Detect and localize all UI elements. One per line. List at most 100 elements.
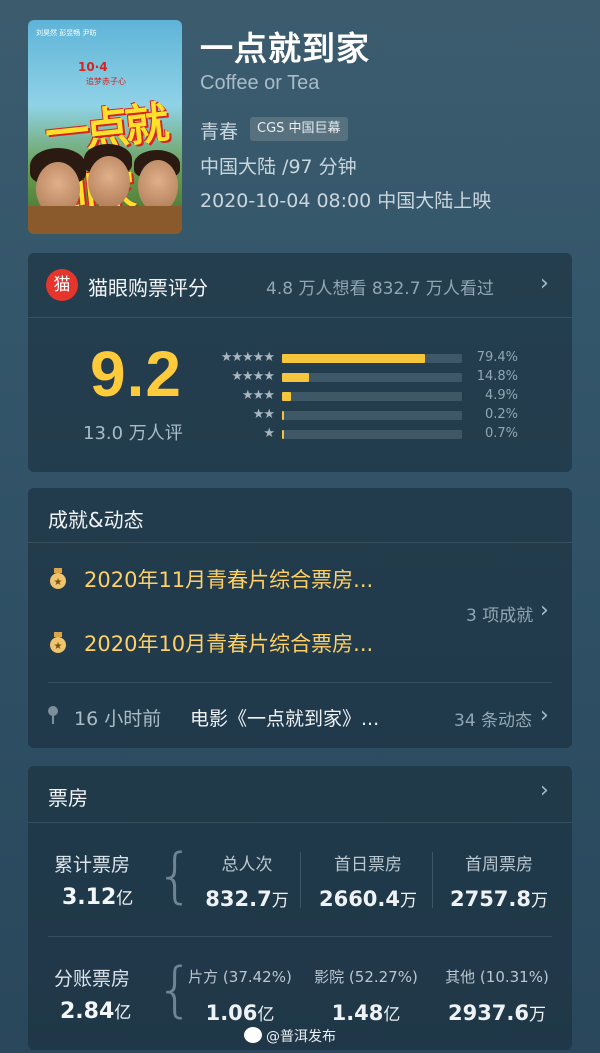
rating-distribution-row: ★★★★ 14.8%: [198, 370, 548, 384]
star-icons: ★★★★★: [220, 350, 275, 365]
cumulative-unit: 亿: [116, 889, 134, 909]
rating-title: 猫眼购票评分: [88, 276, 208, 300]
divider: [432, 852, 433, 908]
dynamic-row[interactable]: 16 小时前 电影《一点就到家》... 34 条动态 ›: [28, 693, 572, 739]
poster-tagline: 追梦赤子心: [86, 77, 126, 86]
rating-bar-track: [282, 354, 462, 363]
rating-bar-fill: [282, 373, 309, 382]
divider: [28, 317, 572, 318]
chevron-right-icon: ›: [540, 271, 549, 296]
svg-text:★: ★: [54, 641, 63, 652]
achievements-more-link[interactable]: 3 项成就 ›: [460, 592, 560, 632]
rating-percent: 0.2%: [484, 407, 518, 422]
rating-percent: 0.7%: [484, 426, 518, 441]
achievements-card: 成就&动态 ★ 2020年11月青春片综合票房... ★ 2020年10月青春片…: [28, 488, 572, 748]
poster-credits: 刘昊然 彭昱畅 尹昉: [36, 29, 97, 37]
cumulative-col-value: 2757.8万: [436, 886, 562, 911]
col-unit: 亿: [383, 1005, 401, 1025]
star-icons: ★★★: [242, 388, 275, 403]
pin-icon: [48, 706, 58, 724]
rating-distribution-row: ★★★ 4.9%: [198, 389, 548, 403]
dynamic-text: 电影《一点就到家》...: [190, 708, 380, 730]
divider: [48, 682, 552, 683]
rating-bar-track: [282, 430, 462, 439]
medal-icon: ★: [50, 632, 66, 653]
col-unit: 万: [400, 891, 418, 911]
divider: [28, 542, 572, 543]
split-col-header: 片方 (37.42%): [188, 968, 292, 986]
star-icons: ★: [263, 426, 275, 441]
chevron-right-icon: ›: [540, 598, 549, 623]
cumulative-col-value: 2660.4万: [306, 886, 430, 911]
rating-percent: 4.9%: [484, 388, 518, 403]
split-number: 2.84: [60, 999, 115, 1024]
col-unit: 亿: [257, 1005, 275, 1025]
achievements-more: 3 项成就: [466, 606, 534, 626]
split-col-header: 影院 (52.27%): [314, 968, 418, 986]
movie-release-date: 2020-10-04 08:00 中国大陆上映: [200, 190, 492, 212]
col-number: 832.7: [205, 887, 272, 911]
movie-title: 一点就到家: [200, 29, 370, 68]
cumulative-col-value: 832.7万: [188, 886, 306, 911]
cumulative-label: 累计票房: [54, 854, 131, 876]
col-number: 2937.6: [447, 1001, 530, 1025]
cumulative-col-header: 总人次: [221, 855, 273, 875]
maoyan-cat-icon: 猫: [46, 269, 78, 301]
rating-bar-track: [282, 373, 462, 382]
cumulative-value: 3.12亿: [62, 884, 133, 910]
cumulative-number: 3.12: [62, 885, 117, 910]
box-office-header[interactable]: 票房 ›: [28, 766, 572, 820]
medal-icon: ★: [50, 568, 66, 589]
rating-bar-track: [282, 392, 462, 401]
rating-stats-link[interactable]: 4.8 万人想看 832.7 万人看过 ›: [266, 265, 562, 305]
dynamic-more: 34 条动态: [454, 711, 533, 731]
poster-figure-face: [88, 156, 130, 208]
achievement-text: 2020年10月青春片综合票房...: [84, 632, 374, 656]
svg-text:★: ★: [54, 577, 63, 588]
movie-poster[interactable]: 刘昊然 彭昱畅 尹昉 10·4 追梦赤子心 一点就到家: [28, 20, 182, 234]
achievement-item[interactable]: ★ 2020年11月青春片综合票房...: [28, 558, 448, 598]
divider: [300, 852, 301, 908]
achievements-title: 成就&动态: [48, 508, 144, 532]
rating-percent: 14.8%: [476, 369, 518, 384]
split-col-value: 1.48亿: [304, 1000, 428, 1025]
achievement-text: 2020年11月青春片综合票房...: [84, 568, 374, 592]
rating-count: 13.0 万人评: [83, 423, 183, 444]
chevron-right-icon: ›: [540, 703, 549, 728]
rating-bar-fill: [282, 392, 291, 401]
rating-distribution-row: ★ 0.7%: [198, 427, 548, 441]
rating-bar-track: [282, 411, 462, 420]
rating-bar-fill: [282, 411, 284, 420]
split-label: 分账票房: [54, 968, 131, 990]
col-unit: 万: [529, 1005, 547, 1025]
divider: [48, 936, 552, 937]
weibo-icon: [244, 1027, 262, 1043]
star-icons: ★★: [252, 407, 275, 422]
split-col-value: 2937.6万: [432, 1000, 562, 1025]
cumulative-col-header: 首周票房: [465, 855, 533, 875]
box-office-card: 票房 › 累计票房 3.12亿 { 总人次 832.7万 首日票房 2660.4…: [28, 766, 572, 1050]
dynamic-time: 16 小时前: [74, 708, 162, 730]
movie-genre: 青春: [200, 121, 239, 143]
split-col-header: 其他 (10.31%): [445, 968, 549, 986]
movie-english-title: Coffee or Tea: [200, 72, 320, 94]
rating-bar-fill: [282, 430, 284, 439]
achievement-item[interactable]: ★ 2020年10月青春片综合票房...: [28, 622, 448, 662]
col-unit: 万: [531, 891, 549, 911]
rating-stats: 4.8 万人想看 832.7 万人看过: [266, 279, 494, 299]
poster-figure-face: [138, 160, 178, 212]
split-unit: 亿: [114, 1003, 132, 1023]
chevron-right-icon: ›: [540, 778, 549, 803]
col-number: 2660.4: [318, 887, 401, 911]
divider: [28, 822, 572, 823]
poster-date: 10·4: [78, 60, 108, 74]
col-number: 1.06: [205, 1001, 258, 1025]
rating-card: 猫 猫眼购票评分 4.8 万人想看 832.7 万人看过 › 9.2 13.0 …: [28, 253, 572, 472]
col-number: 1.48: [331, 1001, 384, 1025]
movie-region-duration: 中国大陆 /97 分钟: [200, 156, 357, 178]
col-unit: 万: [271, 891, 289, 911]
split-col-value: 1.06亿: [178, 1000, 302, 1025]
cumulative-col-header: 首日票房: [334, 855, 402, 875]
star-icons: ★★★★: [231, 369, 275, 384]
watermark: @普洱发布: [266, 1029, 336, 1045]
